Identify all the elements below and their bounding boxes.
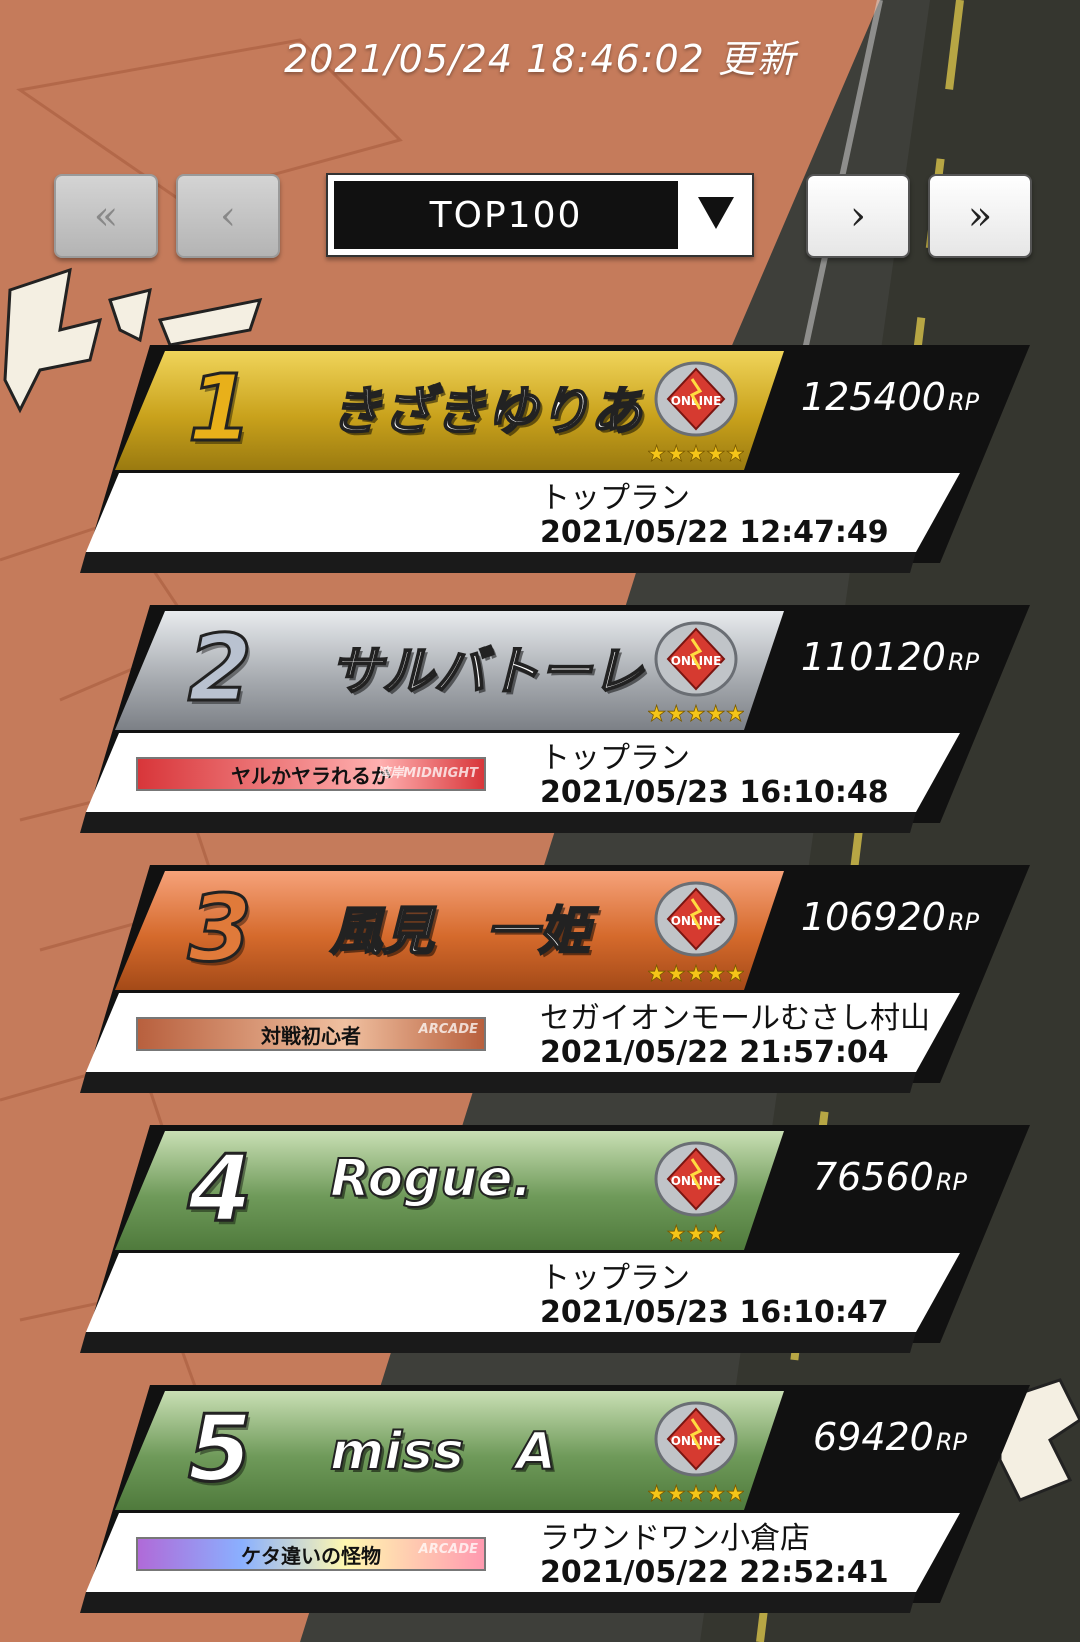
last-updated-timestamp: 2021/05/24 18:46:02 更新 — [284, 37, 796, 81]
rating-points: 125400RP — [800, 375, 980, 419]
player-title-plate: ケタ違いの怪物 ARCADE — [136, 1537, 486, 1571]
arcade-location: トップラン — [540, 1261, 690, 1296]
online-emblem-icon: ONLINE ★★★★★ — [648, 361, 744, 467]
online-emblem-icon: ONLINE ★★★ — [654, 1141, 738, 1247]
ranking-entry[interactable]: 3 風見 一姫 ONLINE ★★★★★ 106920RP セガイオンモールむさ… — [0, 865, 1080, 1105]
ranking-range-select[interactable]: TOP100 — [326, 173, 754, 257]
online-emblem-icon: ONLINE ★★★★★ — [648, 621, 744, 727]
player-name: サルバトーレ — [329, 641, 645, 703]
title-series-tag: ARCADE — [418, 1022, 478, 1037]
rank-number: 5 — [186, 1394, 253, 1504]
record-datetime: 2021/05/22 12:47:49 — [540, 515, 889, 550]
rating-points: 69420RP — [812, 1415, 968, 1459]
player-name: 風見 一姫 — [329, 901, 591, 963]
rank-number: 3 — [186, 874, 253, 984]
svg-text:★★★: ★★★ — [666, 1222, 725, 1247]
rank-number: 4 — [186, 1134, 253, 1244]
title-series-tag: ARCADE — [418, 1542, 478, 1557]
record-datetime: 2021/05/23 16:10:48 — [540, 775, 889, 810]
svg-text:★★★★★: ★★★★★ — [648, 1482, 744, 1507]
ranking-entry[interactable]: 1 きざきゆりあ ONLINE ★★★★★ 125400RP トップラン 202… — [0, 345, 1080, 585]
svg-text:★★★★★: ★★★★★ — [648, 442, 744, 467]
dropdown-arrow-icon — [698, 197, 734, 229]
ranking-entry[interactable]: 5 miss A ONLINE ★★★★★ 69420RP ラウンドワン小倉店 … — [0, 1385, 1080, 1625]
player-title-plate: ヤルかヤラれるか 湾岸MIDNIGHT — [136, 757, 486, 791]
player-name: Rogue. — [329, 1148, 533, 1210]
rank-number: 1 — [186, 354, 253, 464]
ranking-entry[interactable]: 4 Rogue. ONLINE ★★★ 76560RP トップラン 2021/0… — [0, 1125, 1080, 1365]
arcade-location: トップラン — [540, 741, 690, 776]
rating-points: 76560RP — [812, 1155, 968, 1199]
next-page-button[interactable]: › — [806, 174, 910, 258]
record-datetime: 2021/05/22 21:57:04 — [540, 1035, 889, 1070]
player-name: きざきゆりあ — [329, 381, 643, 443]
record-datetime: 2021/05/22 22:52:41 — [540, 1555, 889, 1590]
ranking-range-value: TOP100 — [334, 181, 678, 249]
player-name: miss A — [329, 1421, 557, 1483]
first-page-button[interactable]: « — [54, 174, 158, 258]
svg-text:★★★★★: ★★★★★ — [648, 962, 744, 987]
svg-text:★★★★★: ★★★★★ — [648, 702, 744, 727]
last-page-button[interactable]: » — [928, 174, 1032, 258]
rating-points: 110120RP — [800, 635, 980, 679]
title-series-tag: 湾岸MIDNIGHT — [377, 766, 478, 781]
rank-number: 2 — [186, 614, 253, 724]
prev-page-button[interactable]: ‹ — [176, 174, 280, 258]
arcade-location: トップラン — [540, 481, 690, 516]
online-emblem-icon: ONLINE ★★★★★ — [648, 881, 744, 987]
online-emblem-icon: ONLINE ★★★★★ — [648, 1401, 744, 1507]
arcade-location: ラウンドワン小倉店 — [540, 1521, 810, 1556]
player-title-plate: 対戦初心者 ARCADE — [136, 1017, 486, 1051]
rating-points: 106920RP — [800, 895, 980, 939]
ranking-entry[interactable]: 2 サルバトーレ ONLINE ★★★★★ 110120RP トップラン 202… — [0, 605, 1080, 845]
arcade-location: セガイオンモールむさし村山 — [540, 1001, 930, 1036]
record-datetime: 2021/05/23 16:10:47 — [540, 1295, 889, 1330]
